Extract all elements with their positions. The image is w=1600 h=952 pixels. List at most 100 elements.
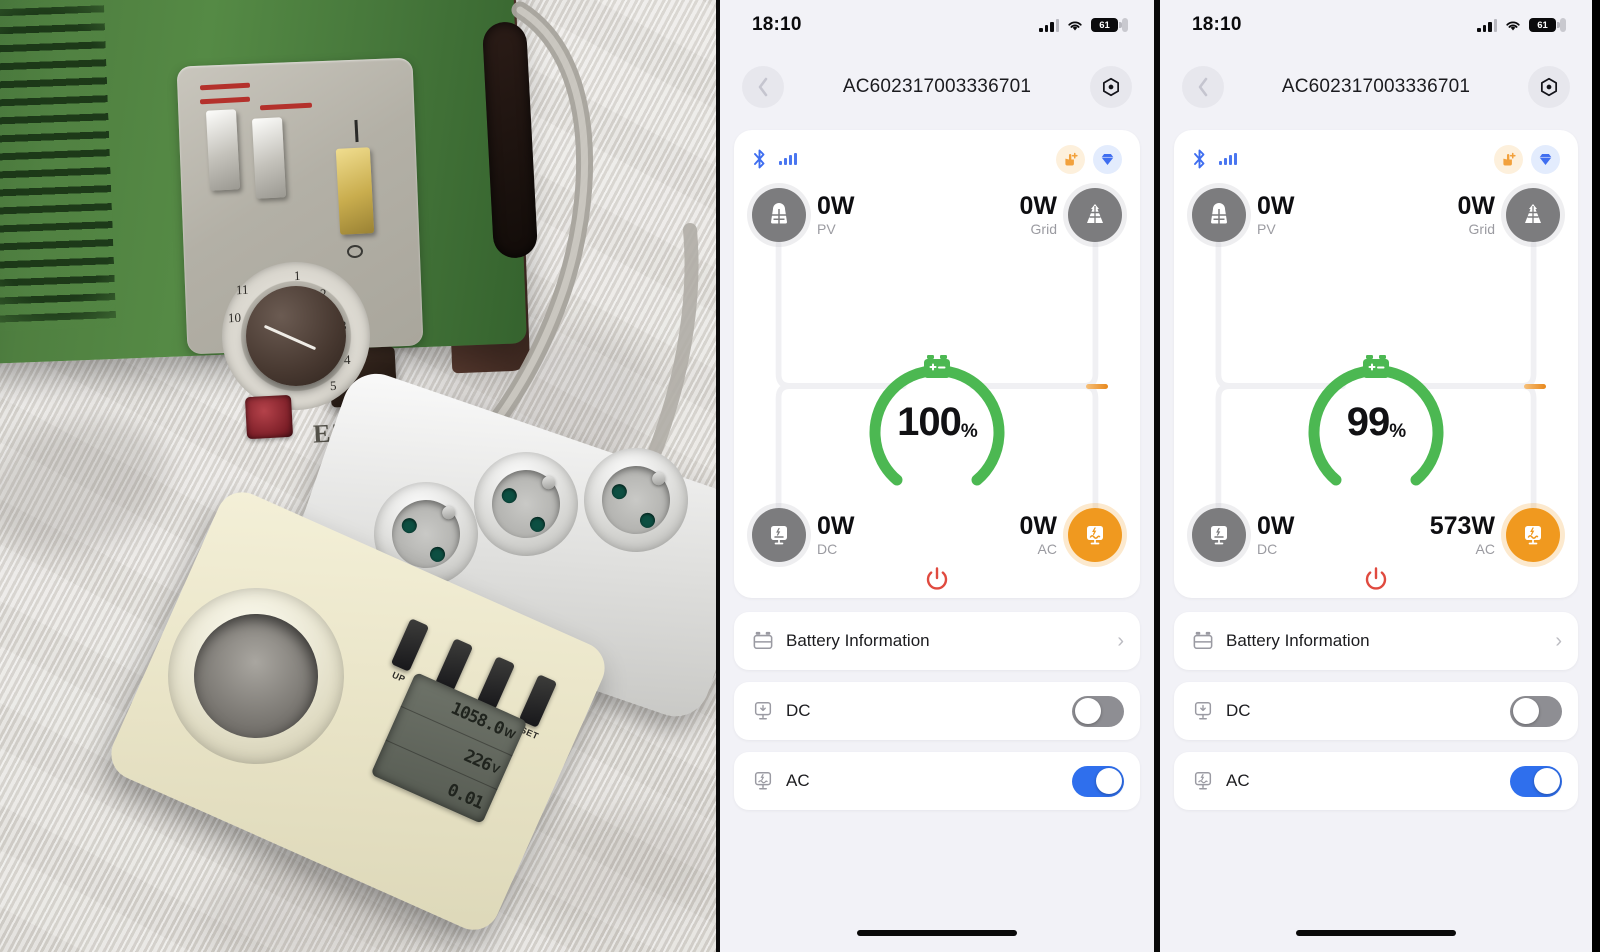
heater-vent-grille (0, 0, 117, 333)
ac-output-icon (1190, 770, 1216, 792)
ac-toggle[interactable] (1072, 765, 1124, 797)
card-badges (1494, 144, 1560, 174)
ac-toggle[interactable] (1510, 765, 1562, 797)
node-grid-label: Grid (1030, 220, 1057, 237)
dial-number: 11 (235, 281, 249, 298)
socket-pin (609, 482, 629, 502)
battery-info-icon (1190, 631, 1216, 651)
page-title: AC602317003336701 (842, 76, 1032, 97)
node-grid-text: 0W Grid (1020, 193, 1058, 237)
back-button[interactable] (1182, 66, 1224, 108)
heater-temperature-dial[interactable] (246, 286, 346, 386)
dc-output-icon (1190, 700, 1216, 722)
battery-tail (1122, 18, 1128, 32)
node-grid-value: 0W (1457, 192, 1496, 221)
status-bar: 18:10 61 (1160, 0, 1592, 50)
node-ac-text: 0W AC (1019, 512, 1058, 557)
battery-pm-glyph (924, 355, 950, 378)
node-dc[interactable]: 0W DC (752, 508, 855, 562)
heater-indicator-lamp (244, 394, 294, 440)
chevron-left-icon (1198, 77, 1208, 97)
settings-list: Battery Information › DC AC (734, 612, 1140, 810)
dc-toggle[interactable] (1072, 695, 1124, 727)
phone-screenshot-1: 18:10 61 AC602317003336701 100% 0W PV 0W… (716, 0, 1154, 952)
settings-button[interactable] (1090, 66, 1132, 108)
list-item-battery-information[interactable]: Battery Information › (1174, 612, 1578, 670)
hand-plus-icon[interactable] (1056, 144, 1085, 174)
diamond-icon[interactable] (1093, 144, 1122, 174)
settings-button[interactable] (1528, 66, 1570, 108)
chevron-right-icon: › (1117, 630, 1124, 652)
battery-percent-value: 99 (1346, 400, 1390, 444)
status-bar: 18:10 61 (720, 0, 1154, 50)
battery-icon: 61 (1529, 18, 1560, 32)
battery-percent: 99% (1290, 400, 1462, 445)
pylon-glyph (1087, 204, 1103, 223)
node-grid-label: Grid (1468, 220, 1495, 237)
dial-number: 10 (227, 309, 242, 326)
battery-level: 61 (1099, 19, 1110, 31)
node-dc-text: 0W DC (1257, 512, 1295, 557)
hand-plus-icon[interactable] (1494, 144, 1523, 174)
chevron-left-icon (758, 77, 768, 97)
ac-output-glyph (754, 772, 772, 790)
card-connectivity (752, 148, 797, 170)
node-pv-text: 0W PV (817, 193, 855, 237)
node-pv-text: 0W PV (1257, 193, 1295, 237)
list-item-ac[interactable]: AC (734, 752, 1140, 810)
battery-tail (1560, 18, 1566, 32)
node-ac[interactable]: 573W AC (1430, 508, 1560, 562)
dc-output-glyph (1211, 526, 1227, 545)
node-pv[interactable]: 0W PV (752, 188, 855, 242)
node-pv-label: PV (817, 220, 836, 237)
battery-info-glyph (1193, 631, 1213, 650)
card-status-row (1192, 144, 1560, 174)
battery-gauge: 100% (851, 330, 1023, 502)
pylon-icon (1068, 188, 1122, 242)
list-item-label: DC (786, 701, 811, 720)
heater-switch-3[interactable] (335, 147, 375, 235)
home-indicator[interactable] (857, 930, 1017, 936)
battery-pm-icon (1361, 354, 1391, 385)
home-indicator[interactable] (1296, 930, 1456, 936)
status-icons: 61 (1477, 18, 1566, 32)
node-dc-value: 0W (1257, 512, 1295, 541)
wifi-icon (1068, 20, 1082, 30)
signal-bars-icon (1219, 153, 1237, 165)
node-ac-value: 573W (1429, 512, 1495, 541)
hand-plus-glyph (1503, 152, 1516, 165)
list-item-dc[interactable]: DC (734, 682, 1140, 740)
power-button[interactable] (1361, 565, 1391, 600)
ac-output-glyph (1087, 526, 1103, 545)
battery-info-icon (750, 631, 776, 651)
heater-switch-1[interactable] (205, 109, 241, 191)
dc-toggle[interactable] (1510, 695, 1562, 727)
battery-gauge: 99% (1290, 330, 1462, 502)
flow-indicator-ac (1524, 384, 1546, 389)
power-button[interactable] (922, 565, 952, 600)
node-ac-value: 0W (1019, 512, 1058, 541)
node-grid[interactable]: 0W Grid (1457, 188, 1560, 242)
solar-panel-glyph (1211, 203, 1227, 224)
dc-output-icon (750, 700, 776, 722)
socket-earth-pin (540, 474, 557, 491)
list-item-battery-information[interactable]: Battery Information › (734, 612, 1140, 670)
heater-switch-2[interactable] (251, 117, 287, 199)
ac-output-icon (1506, 508, 1560, 562)
list-item-dc[interactable]: DC (1174, 682, 1578, 740)
bluetooth-icon (1194, 149, 1205, 169)
node-grid-text: 0W Grid (1457, 192, 1496, 237)
node-dc[interactable]: 0W DC (1192, 508, 1295, 562)
phone-screenshot-2: 18:10 61 AC602317003336701 99% 0W PV 0W … (1154, 0, 1592, 952)
list-item-ac[interactable]: AC (1174, 752, 1578, 810)
node-ac[interactable]: 0W AC (1019, 508, 1122, 562)
battery-percent-value: 100 (897, 400, 962, 444)
status-clock: 18:10 (752, 14, 802, 35)
diamond-icon[interactable] (1531, 144, 1560, 174)
dial-number: 5 (329, 377, 337, 394)
energy-flow-card: 99% 0W PV 0W Grid 0W DC 573W AC (1174, 130, 1578, 598)
dc-output-glyph (771, 526, 787, 545)
node-grid[interactable]: 0W Grid (1020, 188, 1122, 242)
back-button[interactable] (742, 66, 784, 108)
node-pv[interactable]: 0W PV (1192, 188, 1295, 242)
